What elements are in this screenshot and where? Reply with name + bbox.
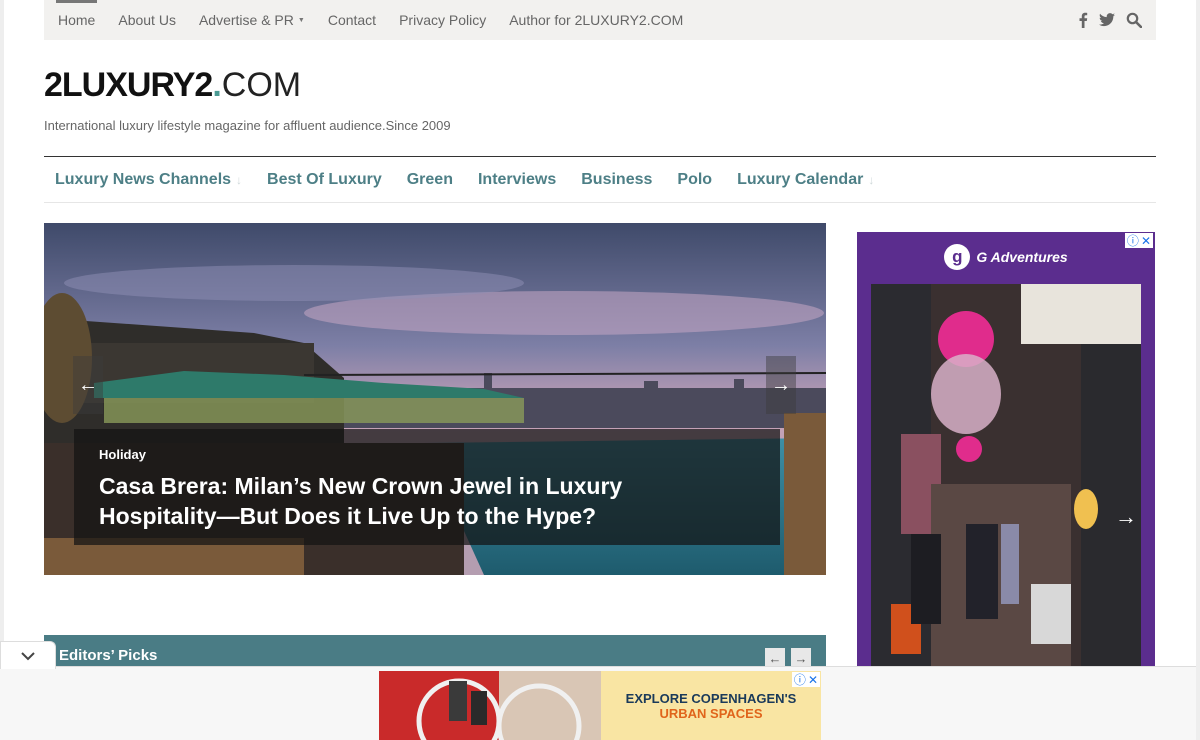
facebook-icon[interactable] bbox=[1078, 12, 1088, 28]
main-nav: Luxury News Channels ↓ Best Of Luxury Gre… bbox=[44, 156, 1156, 203]
logo-dot: . bbox=[212, 66, 222, 104]
bottom-ad-line2: URBAN SPACES bbox=[659, 705, 763, 721]
info-icon[interactable]: ⓘ bbox=[794, 671, 806, 688]
nav-label: Luxury News Channels bbox=[55, 170, 232, 188]
slide-category[interactable]: Holiday bbox=[99, 447, 755, 462]
caret-down-icon: ▼ bbox=[297, 16, 305, 24]
nav-luxury-calendar[interactable]: Luxury Calendar ↓ bbox=[737, 171, 874, 189]
ad-next-arrow[interactable]: → bbox=[1115, 504, 1137, 530]
top-nav: Home About Us Advertise & PR ▼ Contact Pr… bbox=[55, 0, 706, 40]
ad-brand: g G Adventures bbox=[857, 242, 1155, 272]
top-nav-advertise-label: Advertise & PR bbox=[198, 12, 294, 28]
top-bar: Home About Us Advertise & PR ▼ Contact Pr… bbox=[44, 0, 1156, 40]
nav-business[interactable]: Business bbox=[581, 171, 652, 189]
social-icons bbox=[1078, 0, 1142, 40]
nav-green[interactable]: Green bbox=[407, 171, 453, 189]
page: Home About Us Advertise & PR ▼ Contact Pr… bbox=[0, 0, 1200, 740]
top-nav-home[interactable]: Home bbox=[55, 0, 98, 28]
ad-photo bbox=[871, 284, 1141, 667]
ad-brand-name: G Adventures bbox=[976, 249, 1068, 265]
arrow-down-icon: ↓ bbox=[236, 172, 243, 187]
ad-choices[interactable]: ⓘ ✕ bbox=[791, 671, 820, 688]
bottom-ad-line1: EXPLORE COPENHAGEN'S bbox=[625, 690, 797, 706]
close-icon[interactable]: ✕ bbox=[808, 673, 818, 687]
top-nav-author[interactable]: Author for 2LUXURY2.COM bbox=[509, 12, 683, 28]
arrow-down-icon: ↓ bbox=[868, 172, 875, 187]
nav-interviews[interactable]: Interviews bbox=[478, 171, 556, 189]
picks-prev-button[interactable]: ← bbox=[765, 648, 785, 668]
bottom-ad-text: EXPLORE COPENHAGEN'S URBAN SPACES bbox=[601, 671, 821, 740]
collapse-ad-button[interactable] bbox=[0, 641, 56, 669]
search-icon[interactable] bbox=[1126, 12, 1142, 28]
bottom-ad[interactable]: EXPLORE COPENHAGEN'S URBAN SPACES ⓘ ✕ bbox=[379, 671, 821, 740]
site-tagline: International luxury lifestyle magazine … bbox=[44, 118, 451, 133]
top-nav-contact[interactable]: Contact bbox=[328, 12, 376, 28]
sidebar-ad[interactable]: ⓘ ✕ g G Adventures → bbox=[857, 232, 1155, 667]
slider-prev-button[interactable]: ← bbox=[73, 356, 103, 414]
slide-caption[interactable]: Holiday Casa Brera: Milan’s New Crown Je… bbox=[74, 429, 780, 545]
site-logo[interactable]: 2LUXURY2. COM bbox=[44, 66, 301, 106]
twitter-icon[interactable] bbox=[1099, 13, 1115, 27]
ad-alley-image bbox=[871, 284, 1141, 667]
featured-slider[interactable]: ← → Holiday Casa Brera: Milan’s New Crow… bbox=[44, 223, 826, 575]
nav-label: Luxury Calendar bbox=[737, 170, 864, 188]
slider-next-button[interactable]: → bbox=[766, 356, 796, 414]
editors-picks-label: Editors’ Picks bbox=[59, 647, 158, 664]
picks-next-button[interactable]: → bbox=[791, 648, 811, 668]
slide-title[interactable]: Casa Brera: Milan’s New Crown Jewel in L… bbox=[99, 471, 699, 531]
chevron-down-icon bbox=[21, 651, 35, 660]
logo-bold-text: 2LUXURY2 bbox=[44, 66, 213, 104]
g-adventures-logo-icon: g bbox=[944, 244, 971, 270]
logo-light-text: COM bbox=[221, 66, 302, 104]
top-nav-privacy-policy[interactable]: Privacy Policy bbox=[399, 12, 486, 28]
bottom-ad-image bbox=[379, 671, 601, 740]
nav-luxury-news-channels[interactable]: Luxury News Channels ↓ bbox=[55, 171, 242, 189]
nav-best-of-luxury[interactable]: Best Of Luxury bbox=[267, 171, 382, 189]
nav-polo[interactable]: Polo bbox=[677, 171, 712, 189]
top-nav-advertise[interactable]: Advertise & PR ▼ bbox=[199, 12, 305, 28]
top-nav-about-us[interactable]: About Us bbox=[118, 12, 176, 28]
